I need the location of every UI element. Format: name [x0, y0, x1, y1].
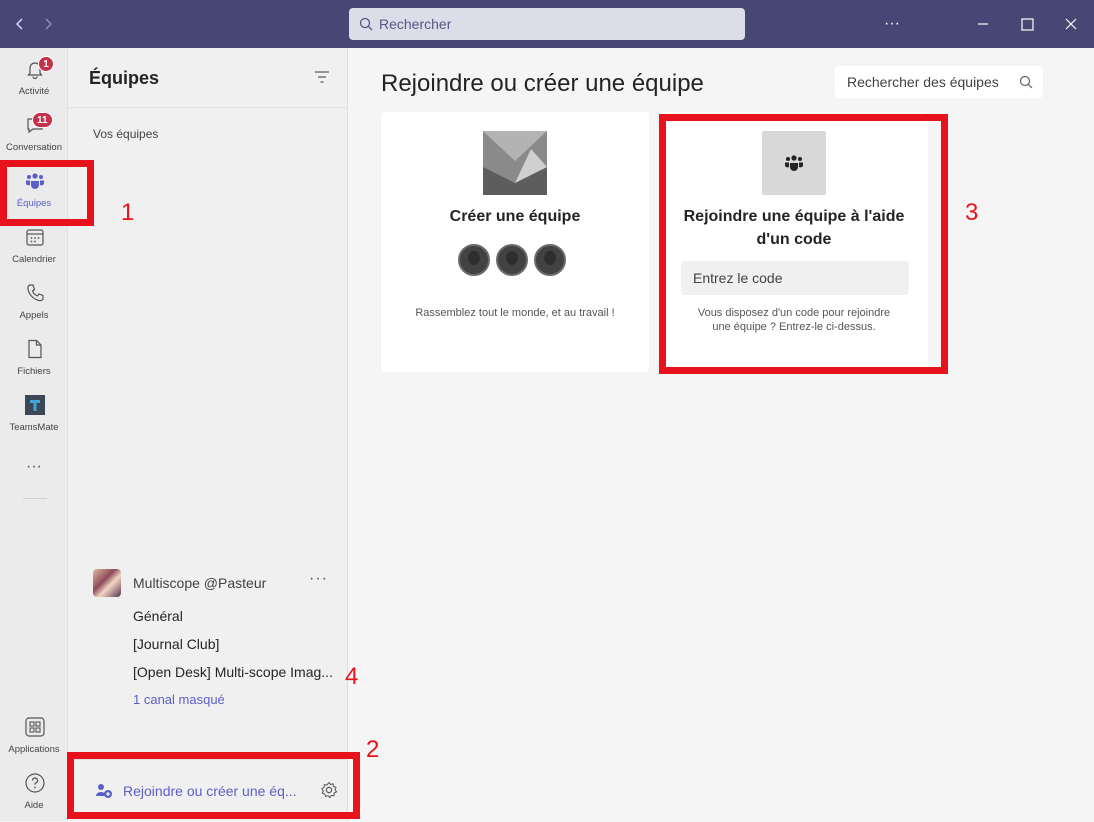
teams-icon [26, 173, 44, 189]
add-team-icon [96, 784, 112, 798]
conversation-badge: 11 [32, 112, 53, 128]
create-team-heading: Créer une équipe [449, 208, 581, 225]
phone-icon [27, 284, 44, 302]
avatar-group [458, 244, 566, 276]
rail-item-label: Fichiers [17, 366, 51, 377]
maximize-icon [1021, 18, 1034, 31]
avatar [496, 244, 528, 276]
team-code-input[interactable] [681, 261, 909, 295]
app-rail: 1 Activité 11 Conversation Équipes Calen… [0, 48, 68, 821]
activity-badge: 1 [38, 56, 54, 72]
team-more-button[interactable]: ··· [309, 570, 328, 588]
avatar [458, 244, 490, 276]
team-placeholder-image [483, 131, 547, 195]
avatar [534, 244, 566, 276]
teams-panel: Équipes Vos équipes Multiscope @Pasteur … [68, 48, 348, 821]
close-icon [1065, 18, 1077, 30]
create-team-card[interactable]: Créer une équipe Rassemblez tout le mond… [381, 112, 649, 372]
rail-item-equipes[interactable]: Équipes [0, 164, 68, 220]
join-team-card: Rejoindre une équipe à l'aide d'un code … [660, 112, 928, 372]
search-icon [359, 17, 373, 31]
rail-item-appels[interactable]: Appels [0, 276, 68, 332]
global-search[interactable] [349, 8, 745, 40]
section-label-your-teams: Vos équipes [93, 127, 159, 141]
gear-icon[interactable] [320, 781, 338, 799]
global-search-input[interactable] [379, 16, 719, 32]
rail-item-label: Calendrier [12, 254, 56, 265]
maximize-button[interactable] [1015, 12, 1039, 36]
panel-footer: Rejoindre ou créer une éq... [68, 759, 348, 821]
rail-item-fichiers[interactable]: Fichiers [0, 332, 68, 388]
rail-item-label: Équipes [16, 198, 52, 209]
team-search[interactable] [835, 66, 1043, 98]
channel-item[interactable]: [Journal Club] [133, 636, 335, 652]
channel-item[interactable]: [Open Desk] Multi-scope Imag... [133, 664, 335, 680]
calendar-icon [26, 229, 44, 246]
more-icon: ··· [26, 458, 42, 475]
rail-item-label: Conversation [6, 142, 62, 153]
rail-item-teamsmate[interactable]: TeamsMate [0, 388, 68, 444]
rail-divider [23, 498, 47, 499]
search-icon [1019, 75, 1033, 89]
back-button[interactable] [10, 14, 30, 34]
forward-button[interactable] [38, 14, 58, 34]
join-team-image [762, 131, 826, 195]
rail-more-button[interactable]: ··· [0, 452, 68, 482]
rail-item-label: Appels [19, 310, 49, 321]
chevron-right-icon [45, 18, 53, 30]
join-create-label: Rejoindre ou créer une éq... [123, 783, 297, 799]
team-avatar [93, 569, 121, 597]
team-search-input[interactable] [847, 74, 1007, 90]
rail-item-activite[interactable]: 1 Activité [0, 52, 68, 108]
rail-item-calendrier[interactable]: Calendrier [0, 220, 68, 276]
rail-item-conversation[interactable]: 11 Conversation [0, 108, 68, 164]
filter-icon[interactable] [314, 70, 330, 84]
apps-icon [25, 717, 45, 737]
teams-icon [785, 155, 803, 171]
join-create-team-button[interactable]: Rejoindre ou créer une éq... [95, 783, 297, 799]
annotation-number-3: 3 [965, 199, 979, 226]
hidden-channels-link[interactable]: 1 canal masqué [133, 692, 335, 707]
annotation-number-1: 1 [121, 199, 135, 226]
create-team-description: Rassemblez tout le monde, et au travail … [415, 307, 615, 319]
file-icon [28, 339, 42, 359]
rail-item-label: TeamsMate [9, 422, 59, 433]
rail-item-label: Aide [24, 800, 44, 811]
team-name: Multiscope @Pasteur [133, 575, 267, 591]
help-icon [25, 773, 45, 793]
rail-item-applications[interactable]: Applications [0, 710, 68, 766]
teamsmate-app-icon [25, 395, 45, 415]
annotation-number-2: 2 [366, 736, 380, 763]
rail-item-label: Activité [18, 86, 50, 97]
channel-item[interactable]: Général [133, 608, 335, 624]
team-item[interactable]: Multiscope @Pasteur ··· [68, 568, 348, 598]
page-title: Rejoindre ou créer une équipe [381, 70, 704, 97]
rail-item-label: Applications [8, 744, 60, 755]
main-content: Rejoindre ou créer une équipe Créer une … [349, 48, 1094, 821]
join-team-description: Vous disposez d'un code pour rejoindre u… [697, 307, 891, 333]
join-team-heading-line1: Rejoindre une équipe à l'aide [683, 208, 905, 225]
annotation-number-4: 4 [345, 663, 359, 690]
panel-title: Équipes [89, 68, 160, 88]
title-bar: ··· [0, 0, 1094, 48]
minimize-icon [978, 23, 988, 25]
panel-header: Équipes [68, 48, 348, 108]
close-button[interactable] [1059, 12, 1083, 36]
join-team-heading-line2: d'un code [756, 231, 832, 248]
rail-item-aide[interactable]: Aide [0, 766, 68, 822]
chevron-left-icon [15, 18, 23, 30]
minimize-button[interactable] [971, 12, 995, 36]
more-options-button[interactable]: ··· [880, 12, 904, 36]
